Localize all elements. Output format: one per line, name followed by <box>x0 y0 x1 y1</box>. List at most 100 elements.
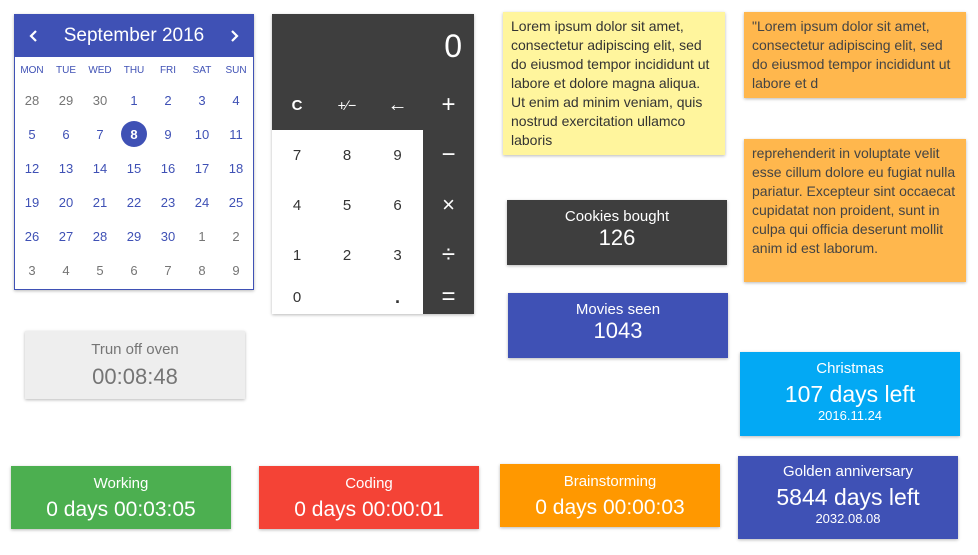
digit-8-button[interactable]: 8 <box>322 130 372 180</box>
calendar-day[interactable]: 21 <box>83 185 117 219</box>
sticky-note-orange-top[interactable]: "Lorem ipsum dolor sit amet, consectetur… <box>744 12 966 98</box>
calendar-day[interactable]: 3 <box>15 253 49 287</box>
digit-7-button[interactable]: 7 <box>272 130 322 180</box>
calendar-day[interactable]: 19 <box>15 185 49 219</box>
calendar-day[interactable]: 22 <box>117 185 151 219</box>
digit-6-button[interactable]: 6 <box>372 180 423 230</box>
calendar-day[interactable]: 20 <box>49 185 83 219</box>
weekday-label: WED <box>88 64 112 76</box>
calendar-day[interactable]: 3 <box>185 83 219 117</box>
clear-button[interactable]: C <box>272 80 322 130</box>
calendar-day[interactable]: 7 <box>83 117 117 151</box>
calendar-day[interactable]: 6 <box>49 117 83 151</box>
digit-9-button[interactable]: 9 <box>372 130 423 180</box>
calculator-display: 0 <box>444 28 462 64</box>
calendar-day[interactable]: 24 <box>185 185 219 219</box>
prev-month-button[interactable] <box>23 25 45 47</box>
calendar-day[interactable]: 7 <box>151 253 185 287</box>
calendar-header: September 2016 <box>15 15 253 57</box>
calendar-day[interactable]: 1 <box>117 83 151 117</box>
timer-oven[interactable]: Trun off oven 00:08:48 <box>25 331 245 399</box>
digit-4-button[interactable]: 4 <box>272 180 322 230</box>
sign-toggle-button[interactable]: +⁄− <box>322 80 372 130</box>
weekday-label: SUN <box>225 64 247 76</box>
calendar-day[interactable]: 28 <box>15 83 49 117</box>
calendar-day-number: 27 <box>58 228 74 244</box>
calendar-month-title: September 2016 <box>63 25 205 46</box>
calendar-day[interactable]: 17 <box>185 151 219 185</box>
calendar-day[interactable]: 13 <box>49 151 83 185</box>
calendar-weekdays: MON TUE WED THU FRI SAT SUN <box>15 57 253 83</box>
calendar-day-number: 29 <box>126 228 142 244</box>
calendar-day[interactable]: 2 <box>219 219 253 253</box>
stopwatch-coding[interactable]: Coding 0 days 00:00:01 <box>259 466 479 529</box>
calendar-day-number: 5 <box>28 126 36 142</box>
countdown-date: 2016.11.24 <box>817 408 883 423</box>
calculator-keypad: C +⁄− ← + 7 8 9 − 4 5 6 × 1 2 3 ÷ 0 . = <box>272 80 474 314</box>
sticky-note-yellow[interactable]: Lorem ipsum dolor sit amet, consectetur … <box>503 12 725 155</box>
calendar-day-number: 19 <box>24 194 40 210</box>
countdown-christmas[interactable]: Christmas 107 days left 2016.11.24 <box>740 352 960 436</box>
plus-button[interactable]: + <box>423 80 474 130</box>
calendar-day-number: 22 <box>126 194 142 210</box>
calendar-day-selected[interactable]: 8 <box>117 117 151 151</box>
calendar-day-number: 25 <box>228 194 244 210</box>
multiply-button[interactable]: × <box>423 180 474 230</box>
calendar-day[interactable]: 14 <box>83 151 117 185</box>
countdown-value: 107 days left <box>784 381 916 407</box>
calendar-day[interactable]: 4 <box>219 83 253 117</box>
counter-label: Cookies bought <box>564 208 670 225</box>
stopwatch-working[interactable]: Working 0 days 00:03:05 <box>11 466 231 529</box>
calendar-day[interactable]: 1 <box>185 219 219 253</box>
decimal-button[interactable]: . <box>372 280 423 314</box>
calendar-day[interactable]: 6 <box>117 253 151 287</box>
digit-5-button[interactable]: 5 <box>322 180 372 230</box>
calendar-day[interactable]: 5 <box>83 253 117 287</box>
sticky-note-orange-bottom[interactable]: reprehenderit in voluptate velit esse ci… <box>744 139 966 282</box>
calendar-day[interactable]: 11 <box>219 117 253 151</box>
counter-movies[interactable]: Movies seen 1043 <box>508 293 728 358</box>
digit-1-button[interactable]: 1 <box>272 230 322 280</box>
calendar-day[interactable]: 18 <box>219 151 253 185</box>
calendar-day[interactable]: 26 <box>15 219 49 253</box>
calendar-day-number: 2 <box>164 92 172 108</box>
digit-3-button[interactable]: 3 <box>372 230 423 280</box>
calendar-day[interactable]: 10 <box>185 117 219 151</box>
calendar-day[interactable]: 29 <box>117 219 151 253</box>
calendar-day[interactable]: 16 <box>151 151 185 185</box>
stopwatch-brainstorming[interactable]: Brainstorming 0 days 00:00:03 <box>500 464 720 527</box>
counter-cookies[interactable]: Cookies bought 126 <box>507 200 727 265</box>
divide-button[interactable]: ÷ <box>423 230 474 280</box>
calendar-day[interactable]: 8 <box>185 253 219 287</box>
calendar-day-number: 20 <box>58 194 74 210</box>
counter-value: 126 <box>598 225 636 250</box>
calendar-day-number: 18 <box>228 160 244 176</box>
calendar-day[interactable]: 23 <box>151 185 185 219</box>
calendar-day[interactable]: 15 <box>117 151 151 185</box>
calendar-day[interactable]: 29 <box>49 83 83 117</box>
calendar-day-number: 30 <box>92 92 108 108</box>
calendar-day[interactable]: 12 <box>15 151 49 185</box>
digit-2-button[interactable]: 2 <box>322 230 372 280</box>
calendar-day[interactable]: 30 <box>151 219 185 253</box>
calendar-day[interactable]: 9 <box>151 117 185 151</box>
calendar-day[interactable]: 28 <box>83 219 117 253</box>
calendar-day[interactable]: 5 <box>15 117 49 151</box>
next-month-button[interactable] <box>223 25 245 47</box>
countdown-golden-anniversary[interactable]: Golden anniversary 5844 days left 2032.0… <box>738 456 958 539</box>
calendar-day-number: 7 <box>96 126 104 142</box>
calendar-day[interactable]: 27 <box>49 219 83 253</box>
minus-button[interactable]: − <box>423 130 474 180</box>
calendar-day[interactable]: 2 <box>151 83 185 117</box>
calendar-day[interactable]: 25 <box>219 185 253 219</box>
countdown-label: Golden anniversary <box>782 463 914 480</box>
equals-button[interactable]: = <box>423 280 474 314</box>
calendar-day-number: 9 <box>232 262 240 278</box>
calendar-day-number: 6 <box>130 262 138 278</box>
backspace-button[interactable]: ← <box>372 80 423 130</box>
calendar-day[interactable]: 4 <box>49 253 83 287</box>
counter-value: 1043 <box>593 318 643 343</box>
calendar-day[interactable]: 30 <box>83 83 117 117</box>
digit-0-button[interactable]: 0 <box>272 280 322 314</box>
calendar-day[interactable]: 9 <box>219 253 253 287</box>
